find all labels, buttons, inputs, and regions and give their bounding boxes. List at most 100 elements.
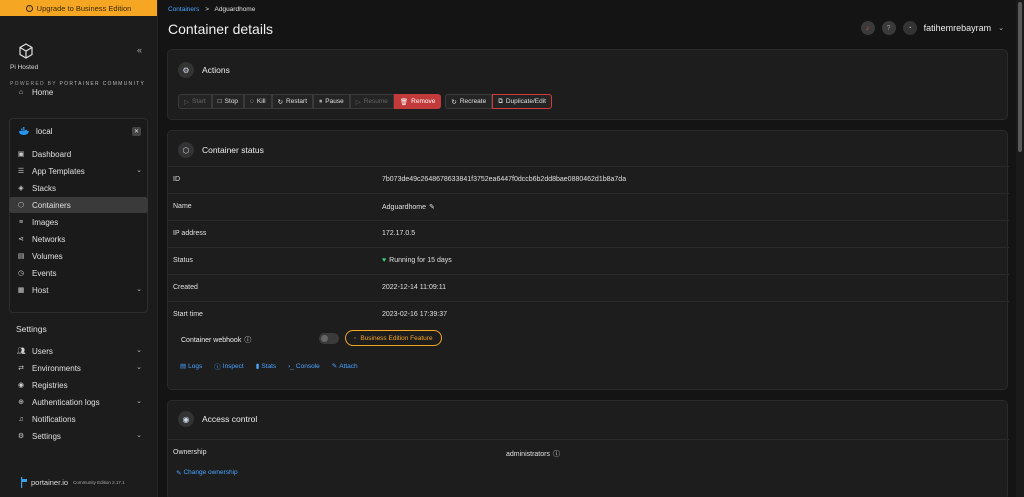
edit-icon: ✎ [176,470,182,477]
access-control-title: Access control [202,414,258,424]
sidebar-item-notifications[interactable]: ♫ Notifications [9,411,148,427]
breadcrumb-separator: > [205,6,210,13]
row-value: 172.17.0.5 [382,230,415,237]
chevron-down-icon[interactable]: ⌄ [136,346,142,354]
authentication-logs-icon: ⊕ [18,399,24,406]
container-name-value: Adguardhome [382,203,426,211]
chevron-down-icon[interactable]: ⌄ [136,431,142,439]
username[interactable]: fatihemrebayram [924,23,992,33]
footer-brand: portainer.io [31,478,69,487]
restart-button[interactable]: ↻ Restart [271,94,313,109]
container-status-header: ⬡ Container status [178,142,264,158]
sidebar-item-registries[interactable]: ◉ Registries [9,377,148,393]
status-value: Running for 15 days [389,257,452,264]
sidebar-item-label: Events [32,268,57,278]
sidebar-item-volumes[interactable]: ▤ Volumes [9,248,148,264]
instance-name: Pi Hosted [10,64,39,71]
console-link[interactable]: ›_ Console [288,361,320,371]
help-icon[interactable]: ⓘ [244,335,251,345]
scrollbar-thumb[interactable] [1018,2,1022,152]
sidebar-item-events[interactable]: ◷ Events [9,265,148,281]
sidebar-item-stacks[interactable]: ◈ Stacks [9,180,148,196]
start-button[interactable]: ▷ Start [178,94,212,109]
page-scrollbar[interactable] [1016,0,1024,497]
stop-label: Stop [224,98,239,105]
stats-link[interactable]: ▮ Stats [256,361,276,371]
sidebar-item-label: Notifications [32,414,76,424]
sidebar-item-containers[interactable]: ⬡ Containers [9,197,148,213]
notification-bell-icon[interactable]: ♪ [860,21,875,35]
footer-edition: Community Edition 2.17.1 [73,480,125,485]
row-key: Status [173,257,193,264]
user-avatar-icon[interactable]: ◔ [902,21,917,35]
remove-button[interactable]: 🗑︎ Remove [393,94,442,109]
sidebar-item-networks[interactable]: ⋖ Networks [9,231,148,247]
sidebar-item-settings[interactable]: ⚙ Settings ⌄ [9,428,148,444]
ip-address-value: 172.17.0.5 [382,230,416,237]
webhook-toggle[interactable] [319,333,339,344]
chevron-down-icon[interactable]: ⌄ [136,285,142,293]
sidebar-item-app-templates[interactable]: ☰ App Templates ⌄ [9,163,148,179]
sidebar-item-host[interactable]: ▦ Host ⌄ [9,282,148,298]
container-id-value: 7b073de49c2648678633841f3752ea6447f0dccb… [382,176,627,183]
events-icon: ◷ [17,270,25,277]
sidebar-item-authentication-logs[interactable]: ⊕ Authentication logs ⌄ [9,394,148,410]
play-icon: ▷ [355,98,361,106]
close-environment-icon[interactable]: ✕ [132,127,141,136]
pause-button[interactable]: ⏸︎ Pause [313,94,350,109]
docker-icon [19,127,29,135]
sidebar-item-label: Volumes [32,251,63,261]
duplicate-edit-button[interactable]: ⧉ Duplicate/Edit [492,94,552,109]
sidebar-item-home[interactable]: ⌂ Home [9,84,148,100]
kill-label: Kill [256,98,266,105]
recreate-button[interactable]: ↻ Recreate [445,94,493,109]
upgrade-banner[interactable]: ↑ Upgrade to Business Edition [0,0,157,16]
inspect-link[interactable]: ⓘ Inspect [214,361,243,372]
business-edition-badge[interactable]: ◦ Business Edition Feature [345,330,442,346]
help-icon[interactable]: ⓘ [553,449,560,459]
sidebar-item-label: Containers [32,200,71,210]
logs-link[interactable]: ▤ Logs [180,361,202,371]
change-ownership-link[interactable]: ✎ Change ownership [176,469,238,477]
pi-hosted-logo-icon [19,43,33,59]
breadcrumb-containers-link[interactable]: Containers [168,6,199,13]
file-text-icon: ▤ [180,363,187,370]
sidebar-item-users[interactable]: 👥︎ Users ⌄ [9,343,148,359]
resume-button[interactable]: ▷ Resume [349,94,394,109]
ownership-label: Ownership [173,449,207,456]
chevron-down-icon[interactable]: ⌄ [136,363,142,371]
edit-icon[interactable]: ✎ [429,203,435,211]
attach-link[interactable]: ✎ Attach [332,361,358,371]
sidebar-item-label: Networks [32,234,66,244]
container-webhook-label: Container webhook ⓘ [181,335,251,345]
table-row: IP address 172.17.0.5 [168,220,1009,247]
chevron-down-icon[interactable]: ⌄ [136,397,142,405]
dashboard-icon: ▣ [17,151,25,158]
access-control-card: ◉ Access control Ownership administrator… [167,400,1009,497]
row-key: Created [173,284,198,291]
chevron-down-icon[interactable]: ⌄ [998,24,1004,32]
start-time-value: 2023-02-16 17:39:37 [382,311,447,318]
chevron-down-icon[interactable]: ⌄ [136,166,142,174]
kill-button[interactable]: ◌ Kill [244,94,272,109]
breadcrumb-current: Adguardhome [214,6,256,13]
sidebar-item-images[interactable]: ≡ Images [9,214,148,230]
sidebar-item-dashboard[interactable]: ▣ Dashboard [9,146,148,162]
webhook-label-text: Container webhook [181,336,242,344]
table-row: Ownership administrators ⓘ [168,439,1009,466]
bomb-icon: ◌ [250,98,254,105]
chart-icon: ▮ [255,363,260,370]
refresh-icon: ↻ [277,98,284,106]
console-label: Console [295,362,320,370]
collapse-sidebar-icon[interactable]: « [137,45,142,55]
stats-label: Stats [261,362,277,370]
help-icon[interactable]: ? [881,21,896,35]
pause-label: Pause [325,98,344,105]
trash-icon: 🗑︎ [399,98,409,106]
stop-button[interactable]: □ Stop [211,94,245,109]
resume-label: Resume [363,98,388,105]
sidebar-item-environments[interactable]: ⇄ Environments ⌄ [9,360,148,376]
sidebar-item-label: Environments [32,363,81,373]
gear-cluster-icon: ⚙ [178,62,194,78]
ownership-value: administrators [506,450,550,458]
